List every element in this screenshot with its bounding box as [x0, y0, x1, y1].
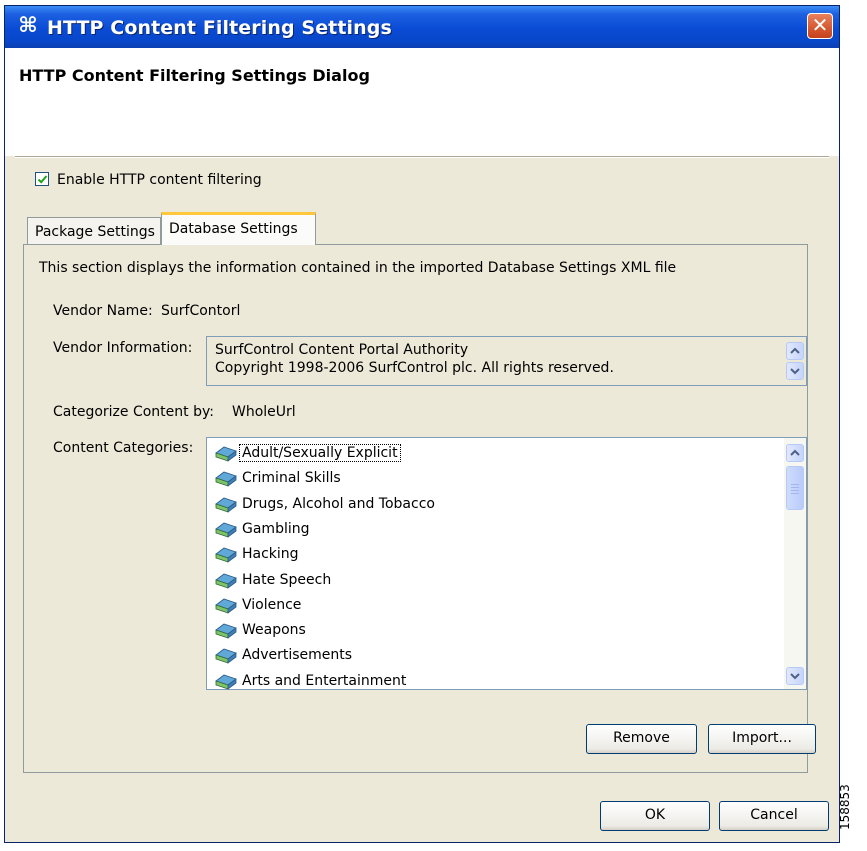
- scroll-down-button[interactable]: [786, 667, 804, 685]
- vendor-info-line: SurfControl Content Portal Authority: [215, 342, 469, 358]
- vendor-info-textbox[interactable]: SurfControl Content Portal Authority Cop…: [206, 336, 807, 386]
- network-icon: ⌘: [18, 13, 38, 37]
- category-icon: [215, 674, 237, 690]
- enable-filtering-checkbox[interactable]: [35, 172, 49, 186]
- tab-package-settings[interactable]: Package Settings: [27, 217, 161, 245]
- categories-scrollbar[interactable]: [784, 438, 806, 689]
- category-icon: [215, 497, 237, 513]
- category-label: Criminal Skills: [242, 470, 341, 487]
- category-icon: [215, 573, 237, 589]
- category-label: Arts and Entertainment: [242, 672, 407, 689]
- categories-label: Content Categories:: [53, 440, 194, 456]
- figure-id: 158853: [838, 784, 852, 830]
- vendor-name-label: Vendor Name:: [53, 303, 153, 319]
- close-icon: ✕: [811, 13, 829, 37]
- vendor-name-value: SurfContorl: [161, 303, 241, 319]
- category-label: Hacking: [242, 546, 299, 563]
- category-icon: [215, 446, 237, 462]
- category-label: Hate Speech: [242, 571, 332, 588]
- category-icon: [215, 471, 237, 488]
- category-label: Weapons: [242, 622, 306, 639]
- categorize-value: WholeUrl: [232, 404, 296, 420]
- header-separator: [15, 156, 829, 158]
- chevron-up-icon: [790, 449, 800, 456]
- categorize-label: Categorize Content by:: [53, 404, 214, 420]
- ok-button[interactable]: OK: [600, 801, 710, 831]
- category-label: Advertisements: [242, 647, 353, 664]
- category-label: Adult/Sexually Explicit: [239, 444, 401, 462]
- checkmark-icon: [37, 175, 48, 184]
- vendor-info-label: Vendor Information:: [53, 340, 193, 356]
- category-icon: [215, 623, 237, 639]
- categories-list[interactable]: Adult/Sexually Explicit Criminal Skills Dr…: [206, 437, 807, 690]
- chevron-up-icon: [790, 347, 800, 354]
- tab-database-settings[interactable]: Database Settings: [161, 212, 316, 245]
- vendor-info-line: Copyright 1998-2006 SurfControl plc. All…: [215, 360, 614, 376]
- category-icon: [215, 547, 237, 563]
- scroll-up-button[interactable]: [786, 342, 804, 360]
- window-title: HTTP Content Filtering Settings: [47, 17, 392, 39]
- scroll-down-button[interactable]: [786, 362, 804, 380]
- remove-button[interactable]: Remove: [586, 724, 697, 754]
- category-label: Gambling: [242, 520, 310, 537]
- chevron-down-icon: [790, 368, 800, 375]
- enable-filtering-label[interactable]: Enable HTTP content filtering: [57, 172, 262, 188]
- panel-description: This section displays the information co…: [39, 260, 677, 276]
- chevron-down-icon: [790, 673, 800, 680]
- title-bar[interactable]: ⌘ HTTP Content Filtering Settings ✕: [5, 6, 839, 48]
- cancel-button[interactable]: Cancel: [719, 801, 829, 831]
- category-label: Drugs, Alcohol and Tobacco: [242, 495, 435, 512]
- category-icon: [215, 648, 237, 665]
- dialog-header: HTTP Content Filtering Settings Dialog: [5, 48, 839, 156]
- dialog-header-title: HTTP Content Filtering Settings Dialog: [19, 66, 370, 85]
- scroll-up-button[interactable]: [786, 444, 804, 462]
- scroll-thumb[interactable]: [786, 466, 804, 510]
- vendor-info-scrollbar[interactable]: [784, 337, 806, 385]
- category-label: Violence: [242, 596, 302, 613]
- import-button[interactable]: Import...: [708, 724, 816, 754]
- category-icon: [215, 598, 237, 614]
- category-icon: [215, 522, 237, 538]
- close-button[interactable]: ✕: [807, 13, 833, 39]
